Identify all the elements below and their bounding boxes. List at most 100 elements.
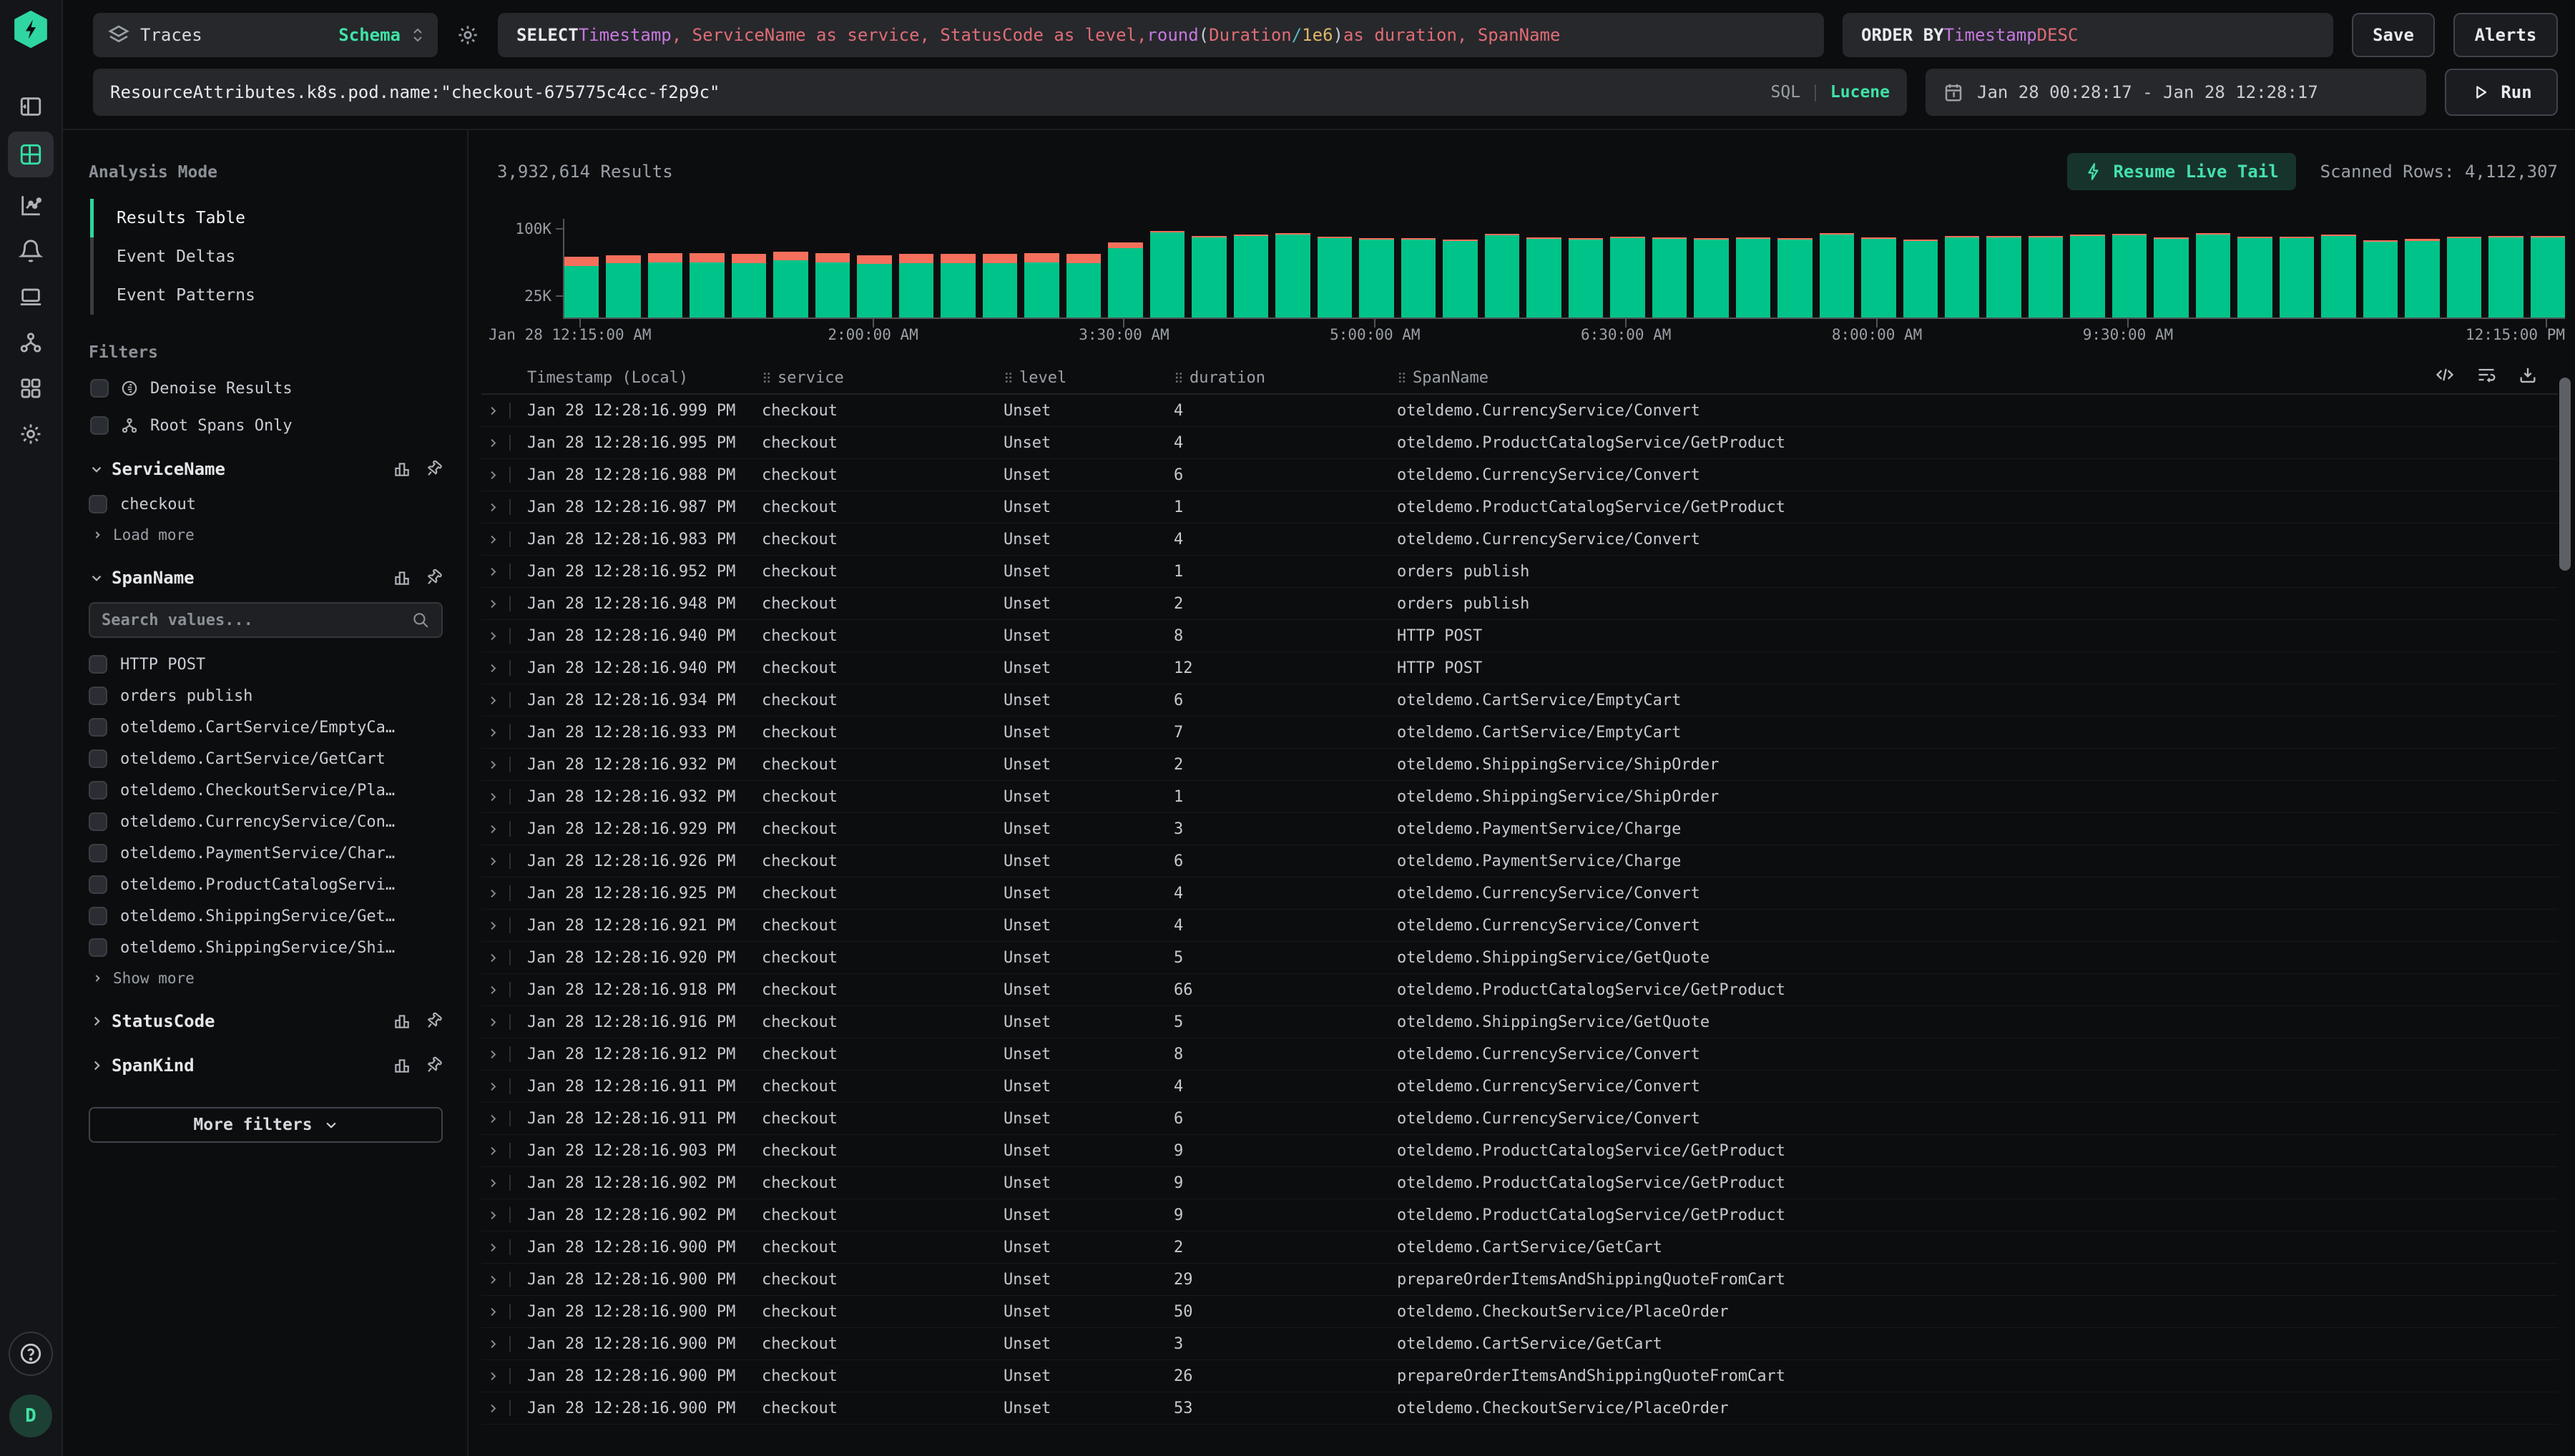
expand-row-chevron-icon[interactable] bbox=[487, 791, 499, 803]
histogram-bar[interactable] bbox=[1986, 236, 2021, 318]
alerts-bell-icon[interactable] bbox=[8, 230, 54, 272]
pin-icon[interactable] bbox=[424, 569, 443, 587]
histogram-bar[interactable] bbox=[1275, 233, 1310, 318]
expand-row-chevron-icon[interactable] bbox=[487, 1338, 499, 1350]
column-header-level[interactable]: level bbox=[1004, 369, 1174, 387]
table-row[interactable]: Jan 28 12:28:16.948 PMcheckoutUnset2orde… bbox=[481, 588, 2558, 620]
histogram-bar[interactable] bbox=[1024, 253, 1059, 318]
checkbox[interactable] bbox=[89, 875, 107, 894]
histogram-bar[interactable] bbox=[564, 257, 599, 318]
expand-row-chevron-icon[interactable] bbox=[487, 727, 499, 739]
table-row[interactable]: Jan 28 12:28:16.932 PMcheckoutUnset2otel… bbox=[481, 749, 2558, 781]
expand-row-chevron-icon[interactable] bbox=[487, 566, 499, 578]
facet-chart-icon[interactable] bbox=[393, 1056, 411, 1075]
expand-row-chevron-icon[interactable] bbox=[487, 437, 499, 449]
resume-live-tail-button[interactable]: Resume Live Tail bbox=[2067, 153, 2295, 190]
language-toggle[interactable]: SQL | Lucene bbox=[1771, 83, 1890, 102]
run-button[interactable]: Run bbox=[2445, 69, 2558, 116]
column-header-spanname[interactable]: SpanName bbox=[1397, 369, 2558, 387]
service-map-icon[interactable] bbox=[8, 322, 54, 363]
expand-row-chevron-icon[interactable] bbox=[487, 1145, 499, 1157]
expand-row-chevron-icon[interactable] bbox=[487, 855, 499, 867]
table-row[interactable]: Jan 28 12:28:16.995 PMcheckoutUnset4otel… bbox=[481, 427, 2558, 459]
table-row[interactable]: Jan 28 12:28:16.900 PMcheckoutUnset53ote… bbox=[481, 1392, 2558, 1425]
table-row[interactable]: Jan 28 12:28:16.900 PMcheckoutUnset29pre… bbox=[481, 1264, 2558, 1296]
expand-row-chevron-icon[interactable] bbox=[487, 1113, 499, 1125]
table-row[interactable]: Jan 28 12:28:16.987 PMcheckoutUnset1otel… bbox=[481, 491, 2558, 523]
histogram-bar[interactable] bbox=[690, 253, 724, 318]
table-row[interactable]: Jan 28 12:28:16.912 PMcheckoutUnset8otel… bbox=[481, 1038, 2558, 1071]
histogram-bar[interactable] bbox=[648, 253, 682, 318]
table-row[interactable]: Jan 28 12:28:16.918 PMcheckoutUnset66ote… bbox=[481, 974, 2558, 1006]
sessions-laptop-icon[interactable] bbox=[8, 276, 54, 318]
expand-row-chevron-icon[interactable] bbox=[487, 920, 499, 932]
histogram-bar[interactable] bbox=[899, 254, 933, 318]
histogram-bar[interactable] bbox=[1108, 242, 1142, 318]
facet-value-row[interactable]: oteldemo.ShippingService/Get… bbox=[89, 907, 443, 925]
histogram-bar[interactable] bbox=[2447, 237, 2481, 318]
facet-value-row[interactable]: oteldemo.CheckoutService/Pla… bbox=[89, 781, 443, 800]
analysis-mode-event-deltas[interactable]: Event Deltas bbox=[90, 237, 443, 276]
table-row[interactable]: Jan 28 12:28:16.900 PMcheckoutUnset26pre… bbox=[481, 1360, 2558, 1392]
expand-row-chevron-icon[interactable] bbox=[487, 984, 499, 996]
histogram-bar[interactable] bbox=[1777, 238, 1812, 318]
table-row[interactable]: Jan 28 12:28:16.983 PMcheckoutUnset4otel… bbox=[481, 523, 2558, 556]
chart-explorer-icon[interactable] bbox=[8, 185, 54, 226]
histogram-bar[interactable] bbox=[2237, 237, 2272, 318]
table-row[interactable]: Jan 28 12:28:16.900 PMcheckoutUnset3otel… bbox=[481, 1328, 2558, 1360]
checkbox[interactable] bbox=[90, 379, 109, 398]
alerts-button[interactable]: Alerts bbox=[2453, 13, 2558, 57]
column-header-timestamp-local-[interactable]: Timestamp (Local) bbox=[527, 369, 762, 387]
drag-handle-icon[interactable] bbox=[1004, 370, 1014, 385]
histogram-bar[interactable] bbox=[2488, 236, 2523, 318]
histogram-bar[interactable] bbox=[732, 254, 766, 318]
facet-value-row[interactable]: orders publish bbox=[89, 687, 443, 705]
expand-row-chevron-icon[interactable] bbox=[487, 1402, 499, 1415]
table-row[interactable]: Jan 28 12:28:16.940 PMcheckoutUnset8HTTP… bbox=[481, 620, 2558, 652]
histogram-bar[interactable] bbox=[1443, 240, 1477, 318]
histogram-bar[interactable] bbox=[2029, 236, 2063, 318]
histogram-bar[interactable] bbox=[1736, 237, 1770, 318]
histogram-bar[interactable] bbox=[1610, 237, 1644, 318]
table-row[interactable]: Jan 28 12:28:16.902 PMcheckoutUnset9otel… bbox=[481, 1167, 2558, 1199]
column-header-duration[interactable]: duration bbox=[1174, 369, 1397, 387]
vertical-scrollbar[interactable] bbox=[2559, 378, 2571, 571]
table-row[interactable]: Jan 28 12:28:16.940 PMcheckoutUnset12HTT… bbox=[481, 652, 2558, 684]
order-by-editor[interactable]: ORDER BY Timestamp DESC bbox=[1843, 13, 2333, 57]
table-row[interactable]: Jan 28 12:28:16.999 PMcheckoutUnset4otel… bbox=[481, 395, 2558, 427]
expand-row-chevron-icon[interactable] bbox=[487, 630, 499, 642]
pin-icon[interactable] bbox=[424, 1012, 443, 1030]
checkbox[interactable] bbox=[89, 907, 107, 925]
language-lucene-option[interactable]: Lucene bbox=[1830, 83, 1890, 102]
histogram-bar[interactable] bbox=[2531, 236, 2565, 318]
facet-header-statuscode[interactable]: StatusCode bbox=[89, 1011, 443, 1031]
histogram-bar[interactable] bbox=[857, 255, 891, 318]
pin-icon[interactable] bbox=[424, 1056, 443, 1075]
facet-value-row[interactable]: oteldemo.CartService/GetCart bbox=[89, 749, 443, 768]
table-row[interactable]: Jan 28 12:28:16.925 PMcheckoutUnset4otel… bbox=[481, 877, 2558, 910]
toggle-root-spans-only[interactable]: Root Spans Only bbox=[90, 416, 443, 435]
expand-row-chevron-icon[interactable] bbox=[487, 598, 499, 610]
help-icon[interactable] bbox=[9, 1332, 53, 1376]
expand-row-chevron-icon[interactable] bbox=[487, 1306, 499, 1318]
histogram-bar[interactable] bbox=[1652, 237, 1687, 318]
histogram-bar[interactable] bbox=[2112, 234, 2147, 318]
table-row[interactable]: Jan 28 12:28:16.911 PMcheckoutUnset4otel… bbox=[481, 1071, 2558, 1103]
expand-row-chevron-icon[interactable] bbox=[487, 533, 499, 546]
histogram-bar[interactable] bbox=[1945, 236, 1979, 318]
expand-row-chevron-icon[interactable] bbox=[487, 1209, 499, 1221]
table-row[interactable]: Jan 28 12:28:16.926 PMcheckoutUnset6otel… bbox=[481, 845, 2558, 877]
histogram-bar[interactable] bbox=[2405, 239, 2439, 318]
histogram-bar[interactable] bbox=[773, 252, 808, 318]
histogram-bar[interactable] bbox=[1234, 235, 1268, 318]
expand-row-chevron-icon[interactable] bbox=[487, 1370, 499, 1382]
more-filters-button[interactable]: More filters bbox=[89, 1107, 443, 1143]
histogram-bar[interactable] bbox=[1903, 240, 1938, 318]
table-row[interactable]: Jan 28 12:28:16.929 PMcheckoutUnset3otel… bbox=[481, 813, 2558, 845]
checkbox[interactable] bbox=[89, 812, 107, 831]
expand-row-chevron-icon[interactable] bbox=[487, 1241, 499, 1254]
facet-value-row[interactable]: checkout bbox=[89, 495, 443, 513]
facet-chart-icon[interactable] bbox=[393, 1012, 411, 1030]
table-row[interactable]: Jan 28 12:28:16.900 PMcheckoutUnset2otel… bbox=[481, 1231, 2558, 1264]
checkbox[interactable] bbox=[89, 844, 107, 862]
